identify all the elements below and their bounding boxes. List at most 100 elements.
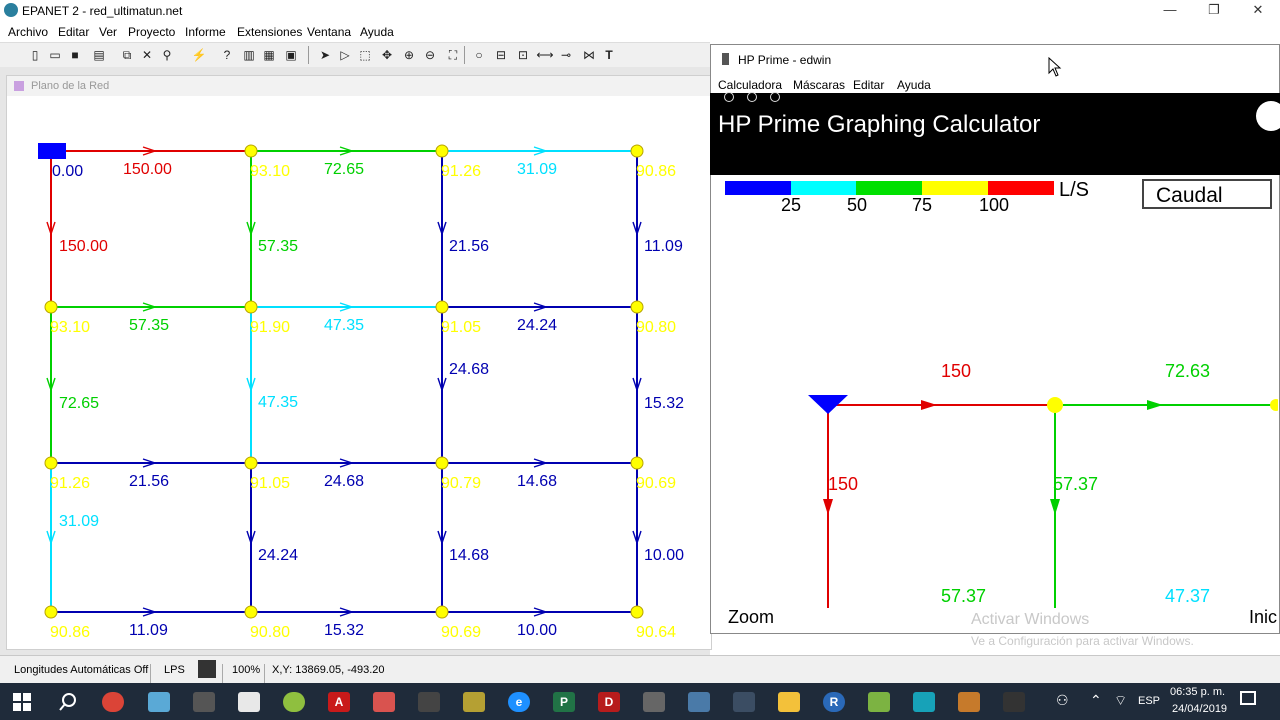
window-title: EPANET 2 - red_ultimatun.net	[22, 4, 183, 18]
start-button[interactable]	[12, 692, 32, 712]
file-explorer-icon[interactable]	[778, 692, 800, 712]
pan-icon[interactable]: ✥	[378, 46, 396, 64]
project-icon[interactable]: P	[553, 692, 575, 712]
search-icon[interactable]	[58, 692, 78, 712]
select-region-icon[interactable]: ⬚	[356, 46, 374, 64]
zoom-out-icon[interactable]: ⊖	[421, 46, 439, 64]
menu-ayuda[interactable]: Ayuda	[360, 25, 394, 39]
pipe-label: 24.24	[517, 317, 557, 334]
inic-softkey[interactable]: Inic	[1249, 607, 1277, 628]
restore-button[interactable]: ❐	[1192, 0, 1236, 22]
pipe-label: 14.68	[517, 473, 557, 490]
dwg-icon[interactable]: D	[598, 692, 620, 712]
pipe-icon[interactable]: ⟷	[536, 46, 554, 64]
network-app-icon[interactable]	[688, 692, 710, 712]
valve-icon[interactable]: ⋈	[580, 46, 598, 64]
node-label: 93.10	[250, 163, 290, 180]
status-coords: X,Y: 13869.05, -493.20	[272, 664, 385, 676]
pump-icon[interactable]: ⊸	[557, 46, 575, 64]
print-icon[interactable]: ▤	[90, 46, 108, 64]
graph-icon[interactable]: ▥	[240, 46, 258, 64]
find-icon[interactable]: ⚲	[158, 46, 176, 64]
tank-icon[interactable]: ⊡	[514, 46, 532, 64]
save-icon[interactable]: ■	[66, 46, 84, 64]
hp-prime-taskbar-icon[interactable]	[733, 692, 755, 712]
r-app-icon[interactable]: R	[823, 692, 845, 712]
clock-date[interactable]: 24/04/2019	[1172, 703, 1227, 715]
open-folder-icon[interactable]: ▭	[46, 46, 64, 64]
hp-menu-calculadora[interactable]: Calculadora	[718, 78, 782, 92]
maps-icon[interactable]	[283, 692, 305, 712]
labels: 0.00 150.00 72.65 31.09 150.00 57.35 21.…	[50, 161, 684, 641]
wifi-icon[interactable]: ⌔	[1114, 692, 1127, 710]
video-app-icon[interactable]	[1003, 692, 1025, 712]
notifications-icon[interactable]	[1240, 691, 1256, 705]
pen-app-icon[interactable]	[463, 692, 485, 712]
mitt-app-icon[interactable]	[958, 692, 980, 712]
junction-node	[435, 144, 449, 158]
query-icon[interactable]: ?	[218, 46, 236, 64]
menu-editar[interactable]: Editar	[58, 25, 89, 39]
select-vertex-icon[interactable]: ▷	[336, 46, 354, 64]
table-icon[interactable]: ▦	[260, 46, 278, 64]
hp-screen[interactable]: 25 50 75 100 L/S Caudal 150 72.63 150 57…	[715, 175, 1278, 630]
status-units: LPS	[164, 664, 185, 676]
hp-flow-label: 57.37	[941, 586, 987, 606]
network-map-window[interactable]: Plano de la Red 0.00 150.00 72.65 31.09 …	[6, 75, 712, 650]
run-icon[interactable]: ⚡	[190, 46, 208, 64]
calc-app-icon[interactable]	[373, 692, 395, 712]
menu-bar: Archivo Editar Ver Proyecto Informe Exte…	[0, 22, 1280, 42]
zoom-softkey[interactable]: Zoom	[728, 607, 774, 628]
map-title: Plano de la Red	[31, 80, 110, 92]
pipe-label: 24.68	[449, 361, 489, 378]
hp-logo-icon	[1256, 101, 1280, 131]
toolbar-separator	[464, 46, 465, 64]
autocad-icon[interactable]: A	[328, 692, 350, 712]
dots-app-icon[interactable]	[418, 692, 440, 712]
rocket-app-icon[interactable]	[643, 692, 665, 712]
pipe-label: 21.56	[449, 238, 489, 255]
map-caption: Plano de la Red	[7, 76, 711, 96]
qgis-icon[interactable]	[868, 692, 890, 712]
menu-proyecto[interactable]: Proyecto	[128, 25, 175, 39]
junction-node	[435, 300, 449, 314]
epanet-icon[interactable]	[148, 692, 170, 712]
hp-menu-editar[interactable]: Editar	[853, 78, 884, 92]
notepad-icon[interactable]	[238, 692, 260, 712]
select-arrow-icon[interactable]: ➤	[316, 46, 334, 64]
zoom-in-icon[interactable]: ⊕	[400, 46, 418, 64]
close-button[interactable]: ✕	[1236, 0, 1280, 22]
menu-ventana[interactable]: Ventana	[307, 25, 351, 39]
language-indicator[interactable]: ESP	[1138, 695, 1160, 707]
node-label: 90.69	[441, 624, 481, 641]
new-file-icon[interactable]: ▯	[26, 46, 44, 64]
copy-icon[interactable]: ⧉	[118, 46, 136, 64]
menu-informe[interactable]: Informe	[185, 25, 226, 39]
junction-node	[630, 144, 644, 158]
arrow-icon	[823, 499, 833, 515]
node-label: 91.26	[441, 163, 481, 180]
hp-menu-ayuda[interactable]: Ayuda	[897, 78, 931, 92]
menu-extensiones[interactable]: Extensiones	[237, 25, 302, 39]
people-icon[interactable]: ⚇	[1056, 692, 1069, 709]
junction-node	[244, 605, 258, 619]
junction-node	[630, 605, 644, 619]
chrome-icon[interactable]	[102, 692, 124, 712]
delete-icon[interactable]: ✕	[138, 46, 156, 64]
full-extent-icon[interactable]: ⛶	[444, 46, 462, 64]
options-icon[interactable]: ▣	[282, 46, 300, 64]
hp-menu-mascaras[interactable]: Máscaras	[793, 78, 845, 92]
label-icon[interactable]: T	[600, 46, 618, 64]
calculator-app-icon[interactable]	[193, 692, 215, 712]
clock-time[interactable]: 06:35 p. m.	[1170, 686, 1225, 698]
junction-icon[interactable]: ○	[470, 46, 488, 64]
minimize-button[interactable]: —	[1148, 0, 1192, 22]
network-map[interactable]: 0.00 150.00 72.65 31.09 150.00 57.35 21.…	[7, 96, 711, 649]
edge-icon[interactable]: e	[508, 692, 530, 712]
tree-app-icon[interactable]	[913, 692, 935, 712]
menu-ver[interactable]: Ver	[99, 25, 117, 39]
reservoir-icon[interactable]: ⊟	[492, 46, 510, 64]
tray-chevron-icon[interactable]: ⌃	[1090, 692, 1102, 709]
menu-archivo[interactable]: Archivo	[8, 25, 48, 39]
pipe-label: 150.00	[123, 161, 172, 178]
